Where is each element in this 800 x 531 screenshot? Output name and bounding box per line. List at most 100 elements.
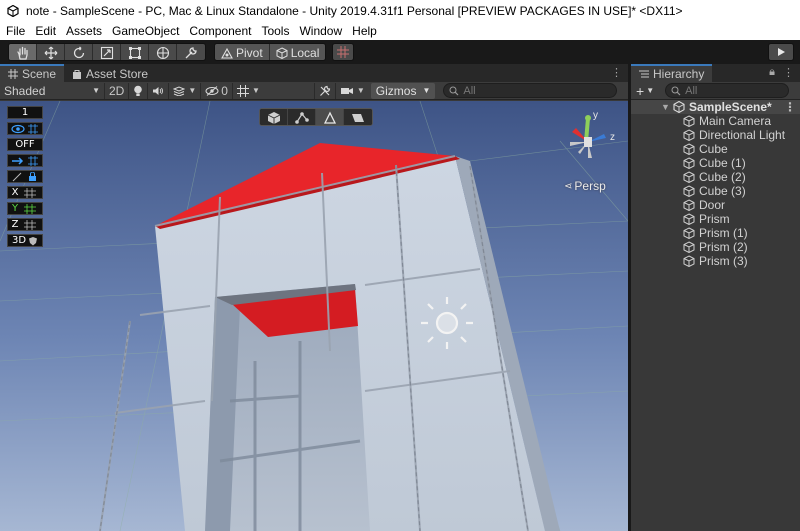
hierarchy-item[interactable]: Directional Light	[631, 128, 800, 142]
hierarchy-item[interactable]: Prism	[631, 212, 800, 226]
scale-tool-button[interactable]	[93, 44, 121, 60]
cube-tool-button[interactable]	[260, 109, 288, 125]
create-dropdown[interactable]: + ▼	[631, 83, 659, 99]
menu-component[interactable]: Component	[184, 22, 256, 40]
menu-bar: File Edit Assets GameObject Component To…	[0, 22, 800, 40]
lighting-toggle[interactable]	[128, 82, 147, 99]
gizmo-z-label: z	[610, 132, 615, 143]
custom-tool-button[interactable]	[177, 44, 205, 60]
audio-toggle[interactable]	[147, 82, 168, 99]
tab-hierarchy-label: Hierarchy	[653, 67, 705, 81]
scene-tools-button[interactable]	[313, 82, 335, 99]
hierarchy-item[interactable]: Cube (1)	[631, 156, 800, 170]
gizmos-dropdown[interactable]: Gizmos ▼	[370, 82, 436, 99]
fold-arrow-icon[interactable]: ▼	[661, 102, 670, 112]
hierarchy-toolbar: + ▼ All	[631, 82, 800, 100]
eye-slash-icon	[205, 85, 219, 96]
hierarchy-item-label: Prism (1)	[699, 226, 748, 240]
scene-search-field[interactable]: All	[443, 83, 618, 98]
menu-gameobject[interactable]: GameObject	[107, 22, 184, 40]
scene-overlay-toolbar: 1 OFF X Y Z 3D	[7, 106, 43, 247]
menu-window[interactable]: Window	[294, 22, 347, 40]
hierarchy-item[interactable]: Cube (3)	[631, 184, 800, 198]
edge-tool-button[interactable]	[316, 109, 344, 125]
persp-label: Persp	[574, 179, 606, 193]
play-button[interactable]	[768, 43, 794, 61]
hierarchy-item-label: Prism (2)	[699, 240, 748, 254]
scene-panel-tabs: Scene Asset Store ⋮	[0, 64, 628, 82]
search-icon	[671, 86, 681, 95]
menu-tools[interactable]: Tools	[256, 22, 294, 40]
overlay-x-axis-button[interactable]: X	[7, 186, 43, 199]
overlay-y-axis-button[interactable]: Y	[7, 202, 43, 215]
grid-icon	[24, 203, 37, 214]
bag-icon	[73, 69, 82, 79]
main-toolbar: Pivot Local	[0, 40, 800, 64]
chevron-down-icon: ▼	[188, 86, 197, 95]
grid-snap-icon	[337, 46, 350, 58]
tab-hierarchy[interactable]: Hierarchy	[631, 64, 713, 82]
transform-tool-button[interactable]	[149, 44, 177, 60]
overlay-z-axis-button[interactable]: Z	[7, 218, 43, 231]
vertex-tool-button[interactable]	[288, 109, 316, 125]
scene-viewport[interactable]: 1 OFF X Y Z 3D y z ⋖ Persp	[0, 101, 628, 531]
hierarchy-tab-tools: 🔒︎ ⋮	[769, 66, 794, 79]
hierarchy-item[interactable]: Prism (3)	[631, 254, 800, 268]
grid-icon	[8, 69, 18, 79]
shield-icon	[29, 236, 38, 245]
pivot-button[interactable]: Pivot	[215, 44, 270, 60]
hierarchy-items: Main Camera Directional Light Cube Cube (1)…	[631, 114, 800, 268]
gameobject-cube-icon	[683, 199, 695, 211]
tab-asset-store[interactable]: Asset Store	[64, 65, 156, 82]
tab-scene-label: Scene	[22, 67, 57, 81]
rect-tool-button[interactable]	[121, 44, 149, 60]
scene-orientation-gizmo[interactable]: y z	[552, 106, 624, 186]
overlay-layer-button[interactable]: 1	[7, 106, 43, 119]
scene-search-placeholder: All	[463, 84, 476, 97]
scene-more-icon[interactable]: ⋮	[784, 100, 796, 114]
move-tool-button[interactable]	[37, 44, 65, 60]
local-button[interactable]: Local	[269, 44, 326, 60]
hierarchy-item[interactable]: Cube (2)	[631, 170, 800, 184]
overlay-visibility-button[interactable]	[7, 122, 43, 135]
more-menu-icon[interactable]: ⋮	[783, 66, 794, 79]
overlay-3d-button[interactable]: 3D	[7, 234, 43, 247]
grid-visibility-dropdown[interactable]: ▼	[231, 82, 264, 99]
title-bar: note - SampleScene - PC, Mac & Linux Sta…	[0, 0, 800, 22]
menu-edit[interactable]: Edit	[30, 22, 61, 40]
hierarchy-scene-row[interactable]: ▼ SampleScene* ⋮	[631, 100, 800, 114]
rotate-icon	[73, 46, 84, 59]
gameobject-cube-icon	[683, 227, 695, 239]
effects-dropdown[interactable]: ▼	[168, 82, 200, 99]
overlay-snap-direction-button[interactable]	[7, 154, 43, 167]
menu-help[interactable]: Help	[347, 22, 382, 40]
move-icon	[44, 46, 57, 60]
hierarchy-search-field[interactable]: All	[665, 83, 790, 98]
menu-file[interactable]: File	[0, 22, 30, 40]
grid-snap-button[interactable]	[332, 43, 355, 61]
tab-scene[interactable]: Scene	[0, 64, 65, 82]
menu-assets[interactable]: Assets	[61, 22, 107, 40]
mode-2d-button[interactable]: 2D	[104, 82, 128, 99]
hierarchy-item[interactable]: Prism (2)	[631, 240, 800, 254]
overlay-off-button[interactable]: OFF	[7, 138, 43, 151]
face-icon	[352, 114, 364, 122]
camera-settings-dropdown[interactable]: ▼	[334, 82, 369, 99]
shading-mode-dropdown[interactable]: Shaded ▼	[0, 83, 104, 99]
rotate-tool-button[interactable]	[65, 44, 93, 60]
hierarchy-item-label: Main Camera	[699, 114, 772, 128]
chevron-down-icon: ▼	[646, 86, 655, 95]
hand-tool-button[interactable]	[9, 44, 37, 60]
hierarchy-item[interactable]: Main Camera	[631, 114, 800, 128]
perspective-toggle[interactable]: ⋖ Persp	[564, 179, 606, 193]
hierarchy-item[interactable]: Prism (1)	[631, 226, 800, 240]
hierarchy-item[interactable]: Door	[631, 198, 800, 212]
hierarchy-item[interactable]: Cube	[631, 142, 800, 156]
tab-asset-store-label: Asset Store	[86, 66, 149, 81]
speaker-icon	[153, 86, 164, 95]
hidden-objects-toggle[interactable]: 0	[200, 82, 232, 99]
scene-panel-menu-icon[interactable]: ⋮	[611, 66, 622, 79]
overlay-lock-button[interactable]	[7, 170, 43, 183]
face-tool-button[interactable]	[344, 109, 372, 125]
lock-icon[interactable]: 🔒︎	[769, 66, 775, 79]
